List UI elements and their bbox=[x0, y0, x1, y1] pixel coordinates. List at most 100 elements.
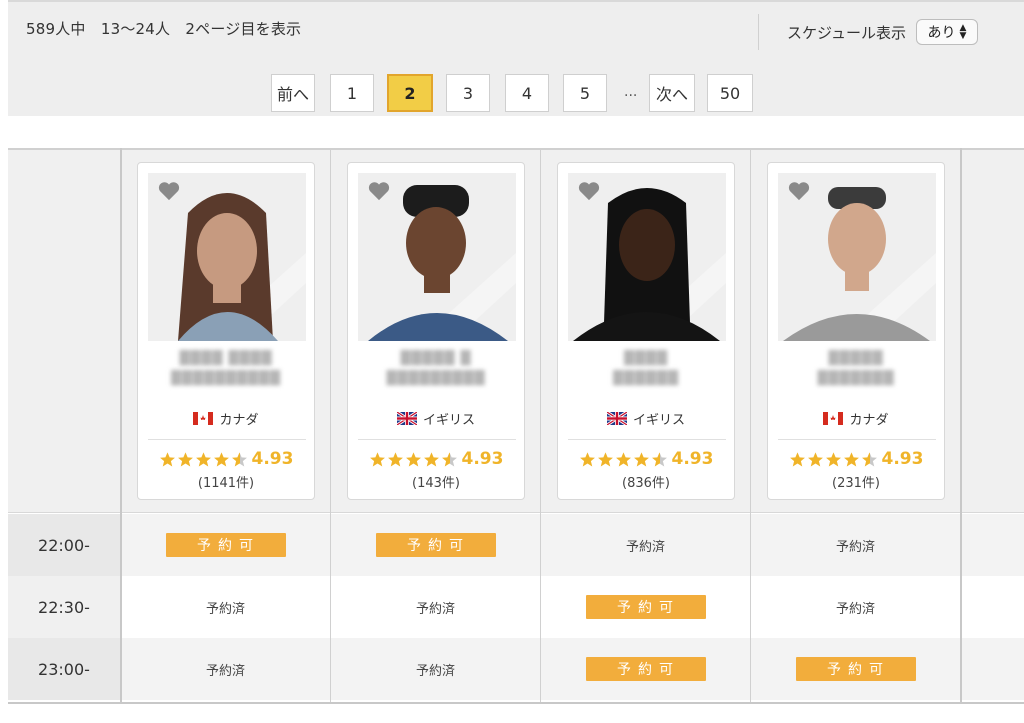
results-header: 589人中 13〜24人 2ページ目を表示 スケジュール表示 あり ▲ ▼ 前へ … bbox=[8, 0, 1024, 116]
page-2-button[interactable]: 2 bbox=[387, 74, 433, 112]
favorite-heart-icon[interactable] bbox=[788, 181, 810, 201]
column-divider bbox=[750, 148, 751, 704]
star-icon bbox=[213, 451, 229, 466]
slot-cell: 予約済 bbox=[331, 638, 540, 700]
column-divider bbox=[960, 148, 962, 704]
page-3-button[interactable]: 3 bbox=[446, 74, 490, 112]
slot-cell: 予約可 bbox=[121, 514, 330, 576]
rating-score: 4.93 bbox=[671, 449, 714, 469]
booked-status: 予約済 bbox=[835, 601, 875, 617]
rating: 4.93 bbox=[768, 449, 944, 469]
row-divider bbox=[8, 512, 1024, 513]
star-icon bbox=[423, 451, 439, 466]
slot-cell: 予約済 bbox=[751, 514, 960, 576]
pagination: 前へ 1 2 3 4 5 ... 次へ 50 bbox=[8, 74, 1024, 112]
book-available-button[interactable]: 予約可 bbox=[585, 595, 706, 619]
teacher-card[interactable]: █████ ███████ カナダ 4.93 (231件) bbox=[767, 162, 945, 500]
rating: 4.93 bbox=[558, 449, 734, 469]
half-star-icon bbox=[861, 451, 877, 466]
teacher-card[interactable]: ████ ██████ イギリス 4.93 (836件) bbox=[557, 162, 735, 500]
slot-cell: 予約可 bbox=[331, 514, 540, 576]
half-star-icon bbox=[441, 451, 457, 466]
slot-cell: 予約可 bbox=[751, 638, 960, 700]
teacher-name-kana-blurred: ██████ bbox=[613, 371, 679, 386]
teacher-photo[interactable] bbox=[778, 173, 936, 341]
schedule-select[interactable]: あり ▲ ▼ bbox=[915, 19, 978, 45]
country-label: カナダ bbox=[849, 413, 889, 428]
teacher-name-blurred: ████ ████ bbox=[179, 351, 273, 366]
schedule-toggle-group: スケジュール表示 あり ▲ ▼ bbox=[758, 14, 978, 50]
teacher-country: カナダ bbox=[768, 409, 944, 428]
star-icon bbox=[789, 451, 805, 466]
half-star-icon bbox=[231, 451, 247, 466]
favorite-heart-icon[interactable] bbox=[578, 181, 600, 201]
review-count: (231件) bbox=[832, 476, 880, 491]
teacher-country: イギリス bbox=[558, 409, 734, 428]
star-icon bbox=[405, 451, 421, 466]
teacher-card[interactable]: ████ ████ ██████████ カナダ 4.93 (1141件) bbox=[137, 162, 315, 500]
page-50-button[interactable]: 50 bbox=[707, 74, 753, 112]
teacher-photo[interactable] bbox=[148, 173, 306, 341]
rating-score: 4.93 bbox=[251, 449, 294, 469]
rating-stars bbox=[369, 451, 459, 468]
canada-flag-icon bbox=[823, 412, 844, 425]
star-icon bbox=[177, 451, 193, 466]
page-5-button[interactable]: 5 bbox=[563, 74, 607, 112]
star-icon bbox=[159, 451, 175, 466]
next-page-button[interactable]: 次へ bbox=[649, 74, 695, 112]
star-icon bbox=[807, 451, 823, 466]
star-icon bbox=[633, 451, 649, 466]
favorite-heart-icon[interactable] bbox=[368, 181, 390, 201]
card-divider bbox=[148, 439, 306, 440]
slot-cell: 予約済 bbox=[331, 576, 540, 638]
teacher-photo[interactable] bbox=[358, 173, 516, 341]
teacher-photo[interactable] bbox=[568, 173, 726, 341]
time-slot-label: 23:00- bbox=[8, 638, 120, 700]
card-divider bbox=[358, 439, 516, 440]
review-count: (836件) bbox=[622, 476, 670, 491]
star-icon bbox=[825, 451, 841, 466]
booked-status: 予約済 bbox=[625, 539, 665, 555]
slot-cell: 予約済 bbox=[121, 576, 330, 638]
favorite-heart-icon[interactable] bbox=[158, 181, 180, 201]
booked-status: 予約済 bbox=[835, 539, 875, 555]
star-icon bbox=[195, 451, 211, 466]
rating: 4.93 bbox=[138, 449, 314, 469]
prev-page-button[interactable]: 前へ bbox=[271, 74, 315, 112]
column-divider bbox=[120, 148, 122, 704]
booked-status: 予約済 bbox=[205, 601, 245, 617]
page-4-button[interactable]: 4 bbox=[505, 74, 549, 112]
pagination-ellipsis: ... bbox=[624, 84, 638, 100]
star-icon bbox=[387, 451, 403, 466]
page-1-button[interactable]: 1 bbox=[330, 74, 374, 112]
teacher-card[interactable]: █████ █ █████████ イギリス 4.93 (143件) bbox=[347, 162, 525, 500]
teacher-name-blurred: █████ bbox=[828, 351, 884, 366]
teacher-country: イギリス bbox=[348, 409, 524, 428]
profile-column-bg bbox=[961, 150, 1024, 512]
teacher-name-kana-blurred: █████████ bbox=[386, 371, 486, 386]
star-icon bbox=[369, 451, 385, 466]
select-arrows-icon: ▲ ▼ bbox=[959, 23, 967, 41]
schedule-row: 22:00- 予約可 予約可 予約済 予約済 bbox=[8, 514, 1024, 576]
book-available-button[interactable]: 予約可 bbox=[165, 533, 286, 557]
booked-status: 予約済 bbox=[205, 663, 245, 679]
grid-bottom-border bbox=[8, 702, 1024, 704]
card-divider bbox=[568, 439, 726, 440]
teacher-name-kana-blurred: ███████ bbox=[817, 371, 895, 386]
book-available-button[interactable]: 予約可 bbox=[795, 657, 916, 681]
slot-cell: 予約済 bbox=[121, 638, 330, 700]
book-available-button[interactable]: 予約可 bbox=[585, 657, 706, 681]
star-icon bbox=[597, 451, 613, 466]
country-label: カナダ bbox=[219, 413, 259, 428]
results-summary: 589人中 13〜24人 2ページ目を表示 bbox=[26, 20, 302, 38]
rating-stars bbox=[159, 451, 249, 468]
canada-flag-icon bbox=[193, 412, 214, 425]
profile-header-spacer bbox=[8, 150, 120, 512]
schedule-label: スケジュール表示 bbox=[787, 23, 906, 42]
rating-stars bbox=[579, 451, 669, 468]
review-count: (143件) bbox=[412, 476, 460, 491]
book-available-button[interactable]: 予約可 bbox=[375, 533, 496, 557]
star-icon bbox=[843, 451, 859, 466]
star-icon bbox=[615, 451, 631, 466]
uk-flag-icon bbox=[606, 412, 627, 425]
